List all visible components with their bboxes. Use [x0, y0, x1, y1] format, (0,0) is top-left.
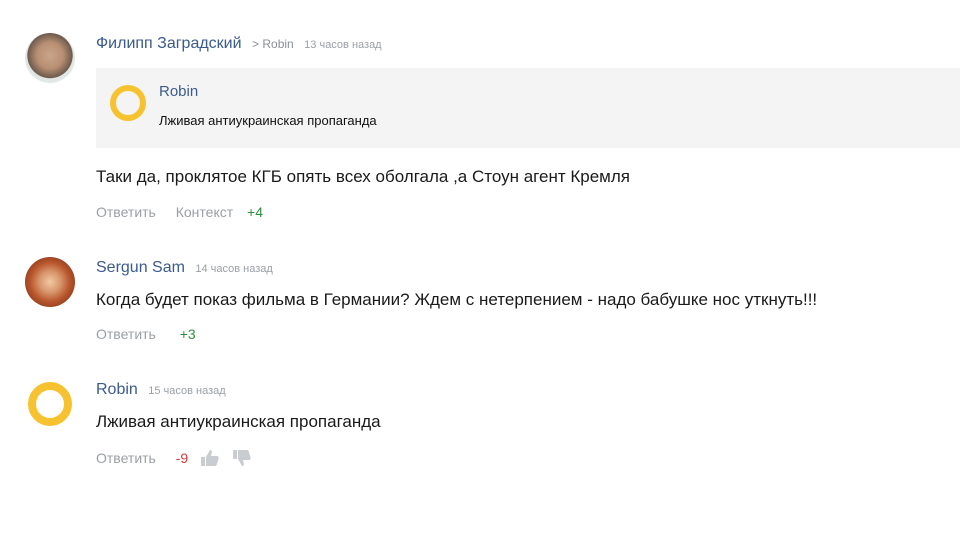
author-name[interactable]: Robin [96, 381, 138, 398]
comment-time: 13 часов назад [304, 39, 382, 51]
thumbs-up-icon[interactable] [200, 449, 220, 470]
avatar[interactable] [25, 379, 75, 429]
comment-text: Лживая антиукраинская пропаганда [96, 412, 381, 431]
comment-text: Когда будет показ фильма в Германии? Жде… [96, 290, 818, 309]
comment-meta: Филипп Заградский > Robin 13 часов назад [96, 35, 382, 53]
avatar[interactable] [25, 257, 75, 307]
reply-button[interactable]: Ответить [96, 326, 156, 342]
reply-to-link[interactable]: > Robin [252, 37, 294, 51]
comment-meta: Robin 15 часов назад [96, 381, 226, 399]
avatar[interactable] [25, 33, 75, 83]
score: -9 [175, 450, 189, 467]
comment-time: 15 часов назад [148, 385, 226, 397]
comment-time: 14 часов назад [195, 263, 273, 275]
author-name[interactable]: Sergun Sam [96, 259, 185, 276]
comment-meta: Sergun Sam 14 часов назад [96, 259, 273, 277]
score: +3 [179, 326, 196, 342]
quote-author[interactable]: Robin [159, 83, 198, 100]
avatar-ring-icon [28, 382, 72, 426]
quote-text: Лживая антиукраинская пропаганда [159, 113, 377, 128]
reply-button[interactable]: Ответить [96, 450, 156, 466]
quote-avatar [110, 85, 146, 121]
context-button[interactable]: Контекст [176, 204, 233, 220]
comment-text: Таки да, проклятое КГБ опять всех оболга… [96, 167, 630, 186]
comment-actions: Ответить -9 [96, 449, 260, 470]
quoted-comment: Robin Лживая антиукраинская пропаганда [96, 68, 960, 148]
author-name[interactable]: Филипп Заградский [96, 35, 242, 52]
comment-actions: Ответить +3 [96, 326, 196, 342]
comment-actions: Ответить Контекст +4 [96, 204, 263, 220]
reply-button[interactable]: Ответить [96, 204, 156, 220]
thumbs-down-icon[interactable] [232, 449, 252, 470]
score: +4 [247, 204, 264, 220]
